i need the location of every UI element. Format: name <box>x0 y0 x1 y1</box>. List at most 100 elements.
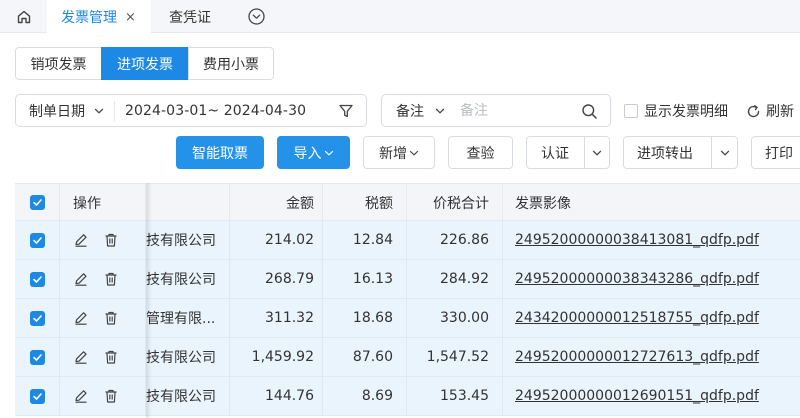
certify-dropdown-toggle[interactable] <box>585 147 609 159</box>
row-invoice-image: 24952000000012727613_qdfp.pdf <box>503 338 800 376</box>
refresh-button[interactable]: 刷新 <box>746 101 794 121</box>
select-all-cell <box>15 184 60 221</box>
row-ops-cell <box>60 377 146 415</box>
row-ops-cell <box>60 338 146 376</box>
row-checkbox[interactable] <box>29 388 45 404</box>
table-row[interactable]: 技有限公司 268.79 16.13 284.92 24952000000038… <box>15 260 800 299</box>
segment-expense-receipt[interactable]: 费用小票 <box>188 47 274 80</box>
verify-button[interactable]: 查验 <box>448 136 513 169</box>
refresh-label: 刷新 <box>766 104 794 120</box>
filter-icon[interactable] <box>338 103 354 119</box>
certify-button[interactable]: 认证 <box>527 143 584 163</box>
row-checkbox[interactable] <box>29 232 45 248</box>
select-all-checkbox[interactable] <box>29 195 45 210</box>
row-total: 1,547.52 <box>407 338 503 376</box>
chevron-down-icon <box>720 150 729 155</box>
checkmark-icon <box>32 199 42 206</box>
close-icon[interactable]: × <box>125 10 136 25</box>
row-amount: 268.79 <box>230 260 323 298</box>
edit-icon[interactable] <box>73 388 89 404</box>
chevron-down-icon <box>409 150 419 155</box>
trash-icon[interactable] <box>103 271 119 287</box>
row-total: 153.45 <box>407 377 503 415</box>
row-tax: 12.84 <box>323 221 407 259</box>
segment-sales-invoice[interactable]: 销项发票 <box>15 47 102 80</box>
fixed-column-shadow <box>146 183 152 418</box>
table-row[interactable]: 技有限公司 1,459.92 87.60 1,547.52 2495200000… <box>15 338 800 377</box>
trash-icon[interactable] <box>103 388 119 404</box>
edit-icon[interactable] <box>73 349 89 365</box>
search-icon[interactable] <box>581 103 598 120</box>
date-range-input[interactable]: 2024-03-01~ 2024-04-30 <box>125 103 306 119</box>
column-header-image: 发票影像 <box>515 195 571 212</box>
table-row[interactable]: 管理有限... 311.32 18.68 330.00 243420000000… <box>15 299 800 338</box>
row-amount: 1,459.92 <box>230 338 323 376</box>
transfer-out-button[interactable]: 进项转出 <box>624 143 711 163</box>
tab-label: 查凭证 <box>169 9 211 26</box>
invoice-image-link[interactable]: 24952000000038343286_qdfp.pdf <box>515 271 759 287</box>
edit-icon[interactable] <box>73 310 89 326</box>
column-header-tax[interactable]: 税额 <box>323 184 407 221</box>
column-header-name <box>146 184 230 221</box>
import-button[interactable]: 导入 <box>277 136 350 169</box>
segment-label: 费用小票 <box>203 56 259 73</box>
chevron-down-icon[interactable] <box>434 105 446 117</box>
transfer-out-dropdown-toggle[interactable] <box>712 147 737 159</box>
invoice-image-link[interactable]: 24952000000038413081_qdfp.pdf <box>515 232 759 248</box>
trash-icon[interactable] <box>103 232 119 248</box>
remark-search-input[interactable] <box>460 102 560 119</box>
row-checkbox[interactable] <box>29 310 45 326</box>
date-filter: 制单日期 2024-03-01~ 2024-04-30 <box>15 94 367 127</box>
row-supplier-name: 技有限公司 <box>146 260 230 298</box>
chevron-down-icon <box>324 150 333 155</box>
edit-icon[interactable] <box>73 271 89 287</box>
row-invoice-image: 24952000000038413081_qdfp.pdf <box>503 221 800 259</box>
trash-icon[interactable] <box>103 349 119 365</box>
row-supplier-name: 技有限公司 <box>146 338 230 376</box>
invoice-image-link[interactable]: 24342000000012518755_qdfp.pdf <box>515 310 759 326</box>
divider <box>114 100 115 121</box>
checkmark-icon <box>32 314 42 322</box>
home-icon <box>17 10 30 23</box>
row-total: 284.92 <box>407 260 503 298</box>
row-select-cell <box>15 221 60 259</box>
checkmark-icon <box>32 392 42 400</box>
row-supplier-name: 管理有限... <box>146 299 230 337</box>
tab-invoice-management[interactable]: 发票管理 × <box>47 0 151 34</box>
checkmark-icon <box>32 353 42 361</box>
row-ops-cell <box>60 299 146 337</box>
button-label: 导入 <box>293 145 322 162</box>
column-header-amount[interactable]: 金额 <box>230 184 323 221</box>
row-tax: 16.13 <box>323 260 407 298</box>
remark-field-label[interactable]: 备注 <box>396 101 424 121</box>
row-checkbox[interactable] <box>29 271 45 287</box>
date-field-label[interactable]: 制单日期 <box>29 101 85 121</box>
column-header-total[interactable]: 价税合计 <box>407 184 503 221</box>
table-header: 操作 金额 税额 价税合计 发票影像 <box>15 183 800 221</box>
chevron-down-circle-icon[interactable] <box>247 7 266 26</box>
print-button[interactable]: 打印 <box>751 136 800 169</box>
segment-input-invoice[interactable]: 进项发票 <box>101 47 189 80</box>
top-tab-bar: 发票管理 × 查凭证 <box>0 0 800 34</box>
add-button[interactable]: 新增 <box>363 136 435 169</box>
chevron-down-icon[interactable] <box>93 105 105 117</box>
smart-fetch-button[interactable]: 智能取票 <box>176 136 264 169</box>
show-detail-toggle[interactable]: 显示发票明细 <box>624 101 728 121</box>
row-tax: 8.69 <box>323 377 407 415</box>
chevron-down-icon <box>592 150 602 155</box>
row-tax: 18.68 <box>323 299 407 337</box>
trash-icon[interactable] <box>103 310 119 326</box>
row-invoice-image: 24342000000012518755_qdfp.pdf <box>503 299 800 337</box>
edit-icon[interactable] <box>73 232 89 248</box>
remark-filter: 备注 <box>381 94 611 127</box>
home-button[interactable] <box>0 0 47 33</box>
invoice-image-link[interactable]: 24952000000012727613_qdfp.pdf <box>515 349 759 365</box>
row-checkbox[interactable] <box>29 349 45 365</box>
table-row[interactable]: 技有限公司 214.02 12.84 226.86 24952000000038… <box>15 221 800 260</box>
show-detail-checkbox[interactable] <box>624 104 638 118</box>
invoice-image-link[interactable]: 24952000000012690151_qdfp.pdf <box>515 388 759 404</box>
tab-check-voucher[interactable]: 查凭证 <box>152 0 234 33</box>
row-supplier-name: 技有限公司 <box>146 221 230 259</box>
table-row[interactable]: 技有限公司 144.76 8.69 153.45 249520000000126… <box>15 377 800 416</box>
button-label: 智能取票 <box>192 145 248 162</box>
